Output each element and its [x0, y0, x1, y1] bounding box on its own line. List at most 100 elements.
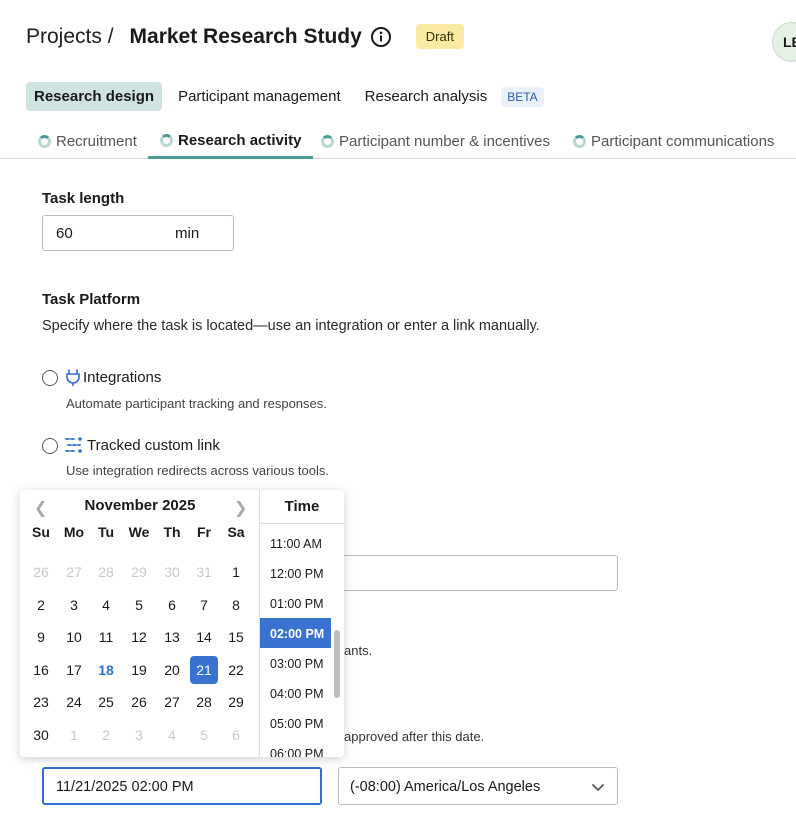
weekday-label: Su — [32, 524, 50, 540]
task-length-input[interactable]: 60 min — [42, 215, 234, 251]
nav-participant-management[interactable]: Participant management — [170, 82, 349, 111]
calendar-day[interactable]: 10 — [60, 623, 88, 651]
calendar-day: 5 — [200, 727, 208, 743]
calendar-day[interactable]: 4 — [92, 591, 120, 619]
calendar-day: 26 — [33, 564, 49, 580]
integrations-radio[interactable] — [42, 370, 58, 386]
time-option[interactable]: 03:00 PM — [260, 648, 331, 678]
task-length-label: Task length — [42, 190, 125, 207]
beta-badge: BETA — [501, 86, 544, 107]
calendar-day: 2 — [102, 727, 110, 743]
next-month-chevron-icon[interactable]: ❯ — [234, 498, 247, 518]
calendar-day[interactable]: 8 — [222, 591, 250, 619]
calendar-day[interactable]: 21 — [190, 655, 218, 684]
calendar-day[interactable]: 27 — [158, 688, 186, 716]
calendar-day[interactable]: 12 — [125, 623, 153, 651]
approval-note: approved after this date. — [344, 729, 485, 744]
secondary-tabs: Recruitment Research activity Participan… — [0, 124, 796, 159]
month-bar: ❮ November 2025 ❯ — [20, 490, 260, 522]
breadcrumb-projects[interactable]: Projects / — [26, 25, 114, 49]
calendar-day[interactable]: 26 — [125, 688, 153, 716]
calendar-day[interactable]: 22 — [222, 656, 250, 684]
calendar-day: 31 — [196, 564, 212, 580]
calendar-day: 3 — [135, 727, 143, 743]
timezone-select[interactable]: (-08:00) America/Los Angeles — [338, 767, 618, 805]
nav-research-analysis[interactable]: Research analysis — [357, 82, 496, 111]
tab-label: Research activity — [178, 131, 302, 149]
calendar-day[interactable]: 3 — [60, 591, 88, 619]
time-header: Time — [260, 490, 344, 524]
time-column: Time 11:00 AM 12:00 PM 01:00 PM 02:00 PM 03:… — [259, 490, 344, 757]
calendar-day[interactable]: 9 — [27, 623, 55, 651]
weekday-label: Tu — [97, 524, 115, 540]
tab-research-activity[interactable]: Research activity — [148, 124, 314, 159]
time-option[interactable]: 11:00 AM — [260, 528, 331, 558]
page-title: Market Research Study — [129, 24, 362, 48]
task-platform-label: Task Platform — [42, 291, 141, 308]
calendar-day[interactable]: 15 — [222, 623, 250, 651]
chevron-down-icon — [592, 784, 604, 791]
calendar-day[interactable]: 23 — [27, 688, 55, 716]
weekday-label: Fr — [197, 524, 211, 540]
calendar-day[interactable]: 2 — [27, 591, 55, 619]
weekday-label: Th — [163, 524, 181, 540]
page-header: Projects / Market Research Study Draft — [26, 24, 464, 49]
tracked-link-label[interactable]: Tracked custom link — [87, 437, 220, 454]
task-platform-description: Specify where the task is located—use an… — [42, 318, 540, 334]
calendar-day: 29 — [131, 564, 147, 580]
calendar-day[interactable]: 29 — [222, 688, 250, 716]
avatar[interactable]: LE — [772, 22, 796, 62]
calendar-day[interactable]: 28 — [190, 688, 218, 716]
calendar-day[interactable]: 11 — [92, 623, 120, 651]
calendar-day[interactable]: 16 — [27, 656, 55, 684]
integrations-description: Automate participant tracking and respon… — [66, 396, 327, 411]
calendar-day[interactable]: 6 — [158, 591, 186, 619]
progress-ring-icon — [321, 135, 334, 148]
date-time-picker: ❮ November 2025 ❯ Su Mo Tu We Th Fr Sa 26 27 28 2… — [20, 490, 344, 757]
weekday-label: Mo — [63, 524, 85, 540]
tracked-link-description: Use integration redirects across various… — [66, 463, 330, 478]
calendar-day[interactable]: 24 — [60, 688, 88, 716]
calendar-day[interactable]: 14 — [190, 623, 218, 651]
calendar-day[interactable]: 19 — [125, 656, 153, 684]
calendar-day: 4 — [168, 727, 176, 743]
route-icon — [65, 437, 82, 453]
plug-icon — [66, 369, 80, 386]
date-time-input[interactable]: 11/21/2025 02:00 PM — [42, 767, 322, 805]
tab-participant-number[interactable]: Participant number & incentives — [321, 124, 550, 159]
tab-label: Participant number & incentives — [339, 133, 550, 150]
nav-research-design[interactable]: Research design — [26, 82, 163, 111]
time-option[interactable]: 02:00 PM — [260, 618, 331, 648]
time-scrollbar[interactable] — [334, 630, 340, 698]
calendar-day[interactable]: 13 — [158, 623, 186, 651]
time-option[interactable]: 01:00 PM — [260, 588, 331, 618]
primary-nav: Research design Participant management R… — [26, 82, 544, 111]
time-option[interactable]: 05:00 PM — [260, 708, 331, 738]
calendar-day[interactable]: 17 — [60, 656, 88, 684]
tab-recruitment[interactable]: Recruitment — [38, 124, 137, 159]
progress-ring-icon — [160, 133, 173, 147]
calendar-day[interactable]: 1 — [222, 558, 250, 586]
status-badge: Draft — [415, 24, 464, 49]
calendar-day[interactable]: 7 — [190, 591, 218, 619]
tracked-link-radio[interactable] — [42, 438, 58, 454]
calendar-day[interactable]: 30 — [27, 721, 55, 749]
info-icon[interactable] — [370, 26, 392, 48]
time-option[interactable]: 06:00 PM — [260, 738, 331, 757]
link-input[interactable] — [330, 555, 618, 591]
time-list[interactable]: 11:00 AM 12:00 PM 01:00 PM 02:00 PM 03:00 PM… — [260, 528, 331, 757]
integrations-label[interactable]: Integrations — [83, 369, 161, 386]
tab-label: Participant communications — [591, 133, 775, 150]
time-option[interactable]: 12:00 PM — [260, 558, 331, 588]
calendar-day: 6 — [232, 727, 240, 743]
calendar-day: 28 — [98, 564, 114, 580]
calendar-day[interactable]: 18 — [92, 656, 120, 684]
weekday-label: We — [128, 524, 150, 540]
tab-participant-communications[interactable]: Participant communications — [573, 124, 774, 159]
month-label: November 2025 — [84, 497, 196, 514]
calendar-day[interactable]: 5 — [125, 591, 153, 619]
calendar-day[interactable]: 20 — [158, 656, 186, 684]
task-length-unit: min — [175, 225, 200, 242]
time-option[interactable]: 04:00 PM — [260, 678, 331, 708]
calendar-day[interactable]: 25 — [92, 688, 120, 716]
